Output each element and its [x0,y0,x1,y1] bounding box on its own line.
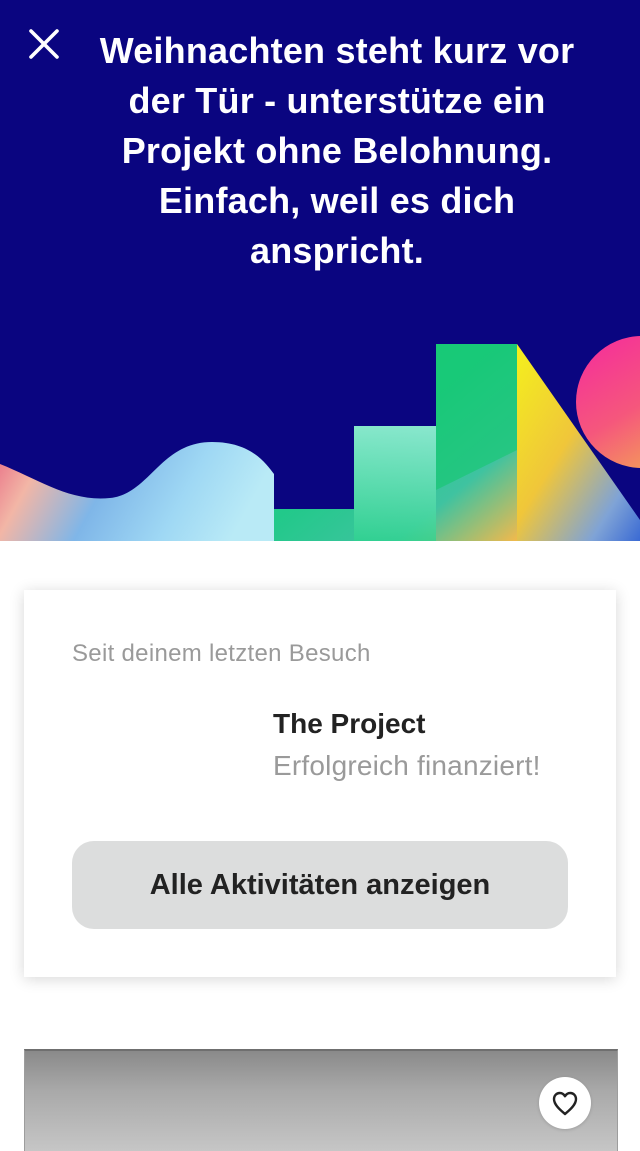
close-button[interactable] [18,18,70,70]
project-title[interactable]: The Project [273,708,425,740]
holiday-banner: Weihnachten steht kurz vor der Tür - unt… [0,0,640,541]
favorite-button[interactable] [539,1077,591,1129]
banner-illustration [0,336,640,541]
activity-card: Seit deinem letzten Besuch The Project E… [24,590,616,977]
activity-header: Seit deinem letzten Besuch [72,640,371,667]
project-status: Erfolgreich finanziert! [273,750,541,781]
all-activities-button[interactable]: Alle Aktivitäten anzeigen [72,841,568,929]
heart-icon [552,1091,578,1116]
banner-text: Weihnachten steht kurz vor der Tür - unt… [99,30,575,271]
wave-shape [0,442,274,541]
close-icon [29,29,59,59]
